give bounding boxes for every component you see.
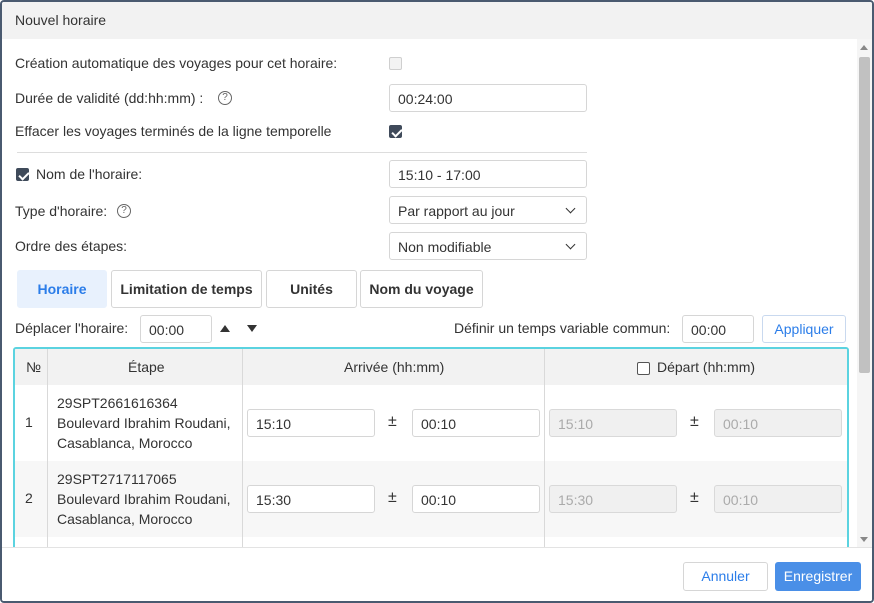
stage-order-value: Non modifiable [398,239,492,255]
dialog-content: Création automatique des voyages pour ce… [2,39,857,547]
arrival-variance-input[interactable]: 00:10 [412,485,540,513]
common-variable-time-label: Définir un temps variable commun: [454,320,671,336]
shift-schedule-input[interactable]: 00:00 [140,315,212,343]
apply-button[interactable]: Appliquer [762,315,846,343]
column-divider [544,349,545,547]
header-number: № [26,359,42,375]
increment-arrow-icon[interactable] [220,325,230,332]
scroll-up-icon[interactable] [860,45,868,50]
schedule-name-label: Nom de l'horaire: [36,166,143,182]
tab-units[interactable]: Unités [266,270,357,308]
departure-header-checkbox[interactable] [637,362,650,375]
scroll-down-icon[interactable] [860,537,868,542]
header-departure: Départ (hh:mm) [657,359,756,375]
cancel-button[interactable]: Annuler [683,562,768,591]
row-number: 2 [25,490,33,506]
stage-address-line1: Boulevard Ibrahim Roudani, [57,491,231,507]
header-stage: Étape [128,359,165,375]
arrival-time-input[interactable]: 15:10 [247,409,375,437]
departure-variance-input[interactable]: 00:10 [714,409,842,437]
validity-input[interactable]: 00:24:00 [389,84,587,112]
arrival-variance-input[interactable]: 00:10 [412,409,540,437]
schedule-type-help-icon[interactable]: ? [117,204,131,218]
stage-address-line1: Boulevard Ibrahim Roudani, [57,415,231,431]
schedule-dialog: Nouvel horaire Création automatique des … [0,0,874,603]
auto-create-checkbox[interactable] [389,57,402,70]
chevron-down-icon [565,239,576,250]
schedule-name-input[interactable]: 15:10 - 17:00 [389,160,587,188]
stage-order-select[interactable]: Non modifiable [389,232,587,260]
stage-order-label: Ordre des étapes: [15,238,128,254]
save-button[interactable]: Enregistrer [775,562,861,591]
decrement-arrow-icon[interactable] [247,325,257,332]
auto-create-label: Création automatique des voyages pour ce… [15,55,338,71]
schedule-name-checkbox[interactable] [16,168,29,181]
validity-help-icon[interactable]: ? [218,91,232,105]
dialog-titlebar: Nouvel horaire [2,2,872,39]
stage-address-line2: Casablanca, Morocco [57,435,193,451]
schedule-type-select[interactable]: Par rapport au jour [389,196,587,224]
stage-id: 29SPT2717117065 [57,471,177,487]
row-number: 1 [25,414,33,430]
plus-minus-symbol: ± [690,489,699,506]
form-divider [17,152,587,153]
table-row: 1 29SPT2661616364 Boulevard Ibrahim Roud… [15,385,847,461]
tab-horaire[interactable]: Horaire [17,270,107,308]
table-header: № Étape Arrivée (hh:mm) Départ (hh:mm) [15,349,847,385]
shift-schedule-label: Déplacer l'horaire: [15,320,129,336]
stage-id: 29SPT2661616364 [57,395,178,411]
chevron-down-icon [565,203,576,214]
clear-trips-label: Effacer les voyages terminés de la ligne… [15,123,332,139]
scroll-thumb[interactable] [859,57,870,373]
departure-time-input[interactable]: 15:10 [549,409,677,437]
schedule-type-value: Par rapport au jour [398,203,515,219]
stage-address-line2: Casablanca, Morocco [57,511,193,527]
column-divider [47,349,48,547]
tab-time-limit[interactable]: Limitation de temps [111,270,262,308]
validity-label: Durée de validité (dd:hh:mm) : [15,90,204,106]
vertical-scrollbar[interactable] [857,39,872,547]
arrival-time-input[interactable]: 15:30 [247,485,375,513]
table-row: 2 29SPT2717117065 Boulevard Ibrahim Roud… [15,461,847,537]
departure-variance-input[interactable]: 00:10 [714,485,842,513]
clear-trips-checkbox[interactable] [389,125,402,138]
departure-time-input[interactable]: 15:30 [549,485,677,513]
schedule-type-label: Type d'horaire: [15,203,108,219]
dialog-footer: Annuler Enregistrer [2,547,872,601]
dialog-title: Nouvel horaire [15,12,107,28]
header-arrival: Arrivée (hh:mm) [344,359,445,375]
column-divider [242,349,243,547]
plus-minus-symbol: ± [388,413,397,430]
common-variable-time-input[interactable]: 00:00 [682,315,754,343]
tab-trip-name[interactable]: Nom du voyage [360,270,483,308]
plus-minus-symbol: ± [388,489,397,506]
schedule-table: № Étape Arrivée (hh:mm) Départ (hh:mm) 1… [13,347,849,547]
plus-minus-symbol: ± [690,413,699,430]
